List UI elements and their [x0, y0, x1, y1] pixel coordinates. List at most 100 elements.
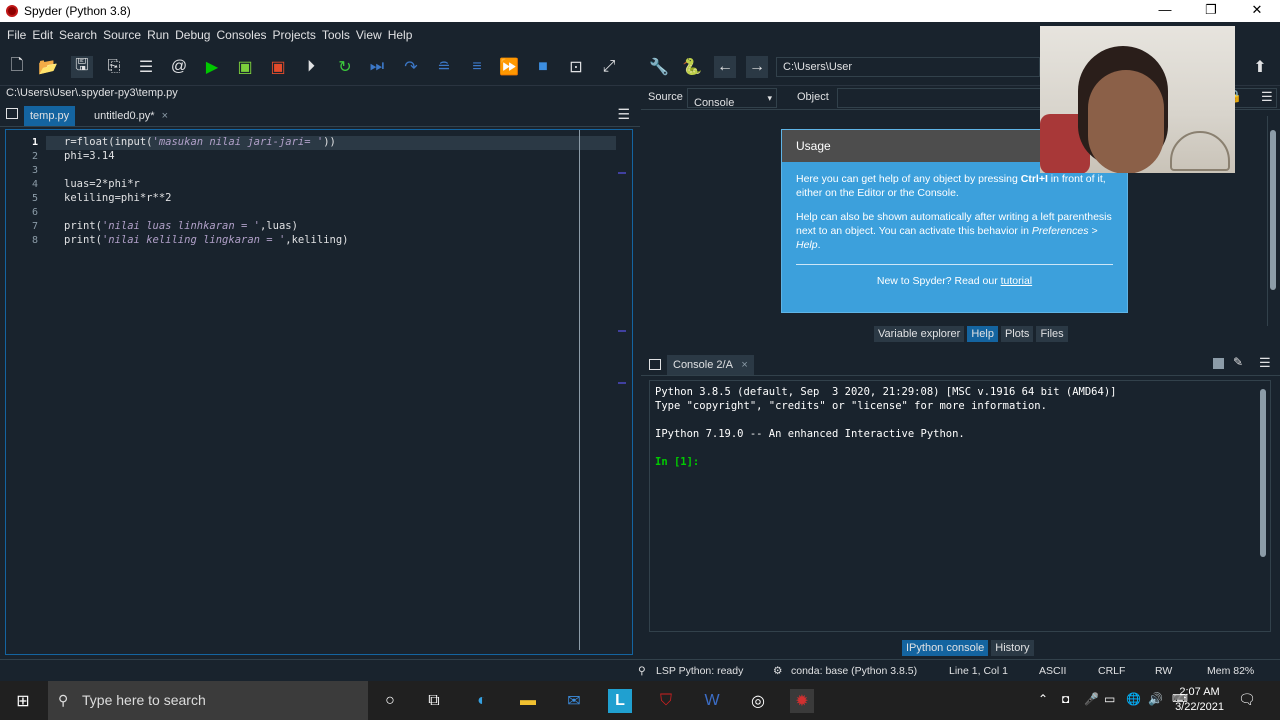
spyder-taskbar-icon[interactable]: ✹: [790, 689, 814, 713]
mail-icon[interactable]: ✉: [562, 689, 586, 713]
tab-untitled0[interactable]: untitled0.py* ×: [88, 106, 174, 126]
source-label: Source: [648, 91, 683, 103]
continue-icon[interactable]: ⏩: [498, 56, 520, 78]
back-arrow-icon[interactable]: ←: [714, 56, 736, 78]
tab-variable-explorer[interactable]: Variable explorer: [874, 326, 965, 342]
menu-tools[interactable]: Tools: [319, 28, 353, 42]
volume-icon[interactable]: 🔊: [1148, 692, 1163, 706]
battery-icon[interactable]: ▭: [1104, 692, 1115, 706]
webcam-tray-icon[interactable]: ◘: [1062, 692, 1069, 706]
run-icon[interactable]: ▶: [201, 56, 223, 78]
console-options-menu-icon[interactable]: ☰: [1259, 355, 1271, 371]
l-app-icon[interactable]: L: [608, 689, 632, 713]
ipython-console[interactable]: Python 3.8.5 (default, Sep 3 2020, 21:29…: [649, 380, 1271, 632]
editor-options-menu-icon[interactable]: ☰: [617, 106, 630, 123]
code-editor[interactable]: 1 r=float(input('masukan nilai jari-jari=…: [5, 129, 633, 655]
usage-divider: [796, 264, 1113, 265]
new-file-icon[interactable]: 🗋: [6, 56, 28, 78]
file-encoding: ASCII: [1039, 665, 1067, 677]
code-line: print('nilai keliling lingkaran = ',keli…: [64, 234, 349, 246]
help-tabs: Variable explorer Help Plots Files: [874, 326, 1071, 342]
browse-tabs-icon[interactable]: [649, 359, 661, 370]
menu-view[interactable]: View: [353, 28, 385, 42]
help-options-menu-icon[interactable]: ☰: [1261, 89, 1273, 105]
source-select[interactable]: Console ▾: [687, 88, 777, 109]
notifications-icon[interactable]: 🗨: [1238, 691, 1256, 708]
forward-arrow-icon[interactable]: →: [746, 56, 768, 78]
object-label: Object: [797, 91, 829, 103]
tutorial-link[interactable]: tutorial: [1001, 275, 1033, 287]
menu-consoles[interactable]: Consoles: [213, 28, 269, 42]
maximize-button[interactable]: ❐: [1188, 0, 1234, 22]
maximize-pane-icon[interactable]: ⊡: [565, 56, 587, 78]
windows-start-icon[interactable]: ⊞: [11, 689, 35, 713]
menu-help[interactable]: Help: [385, 28, 416, 42]
window-title: Spyder (Python 3.8): [24, 4, 131, 18]
step-into-icon[interactable]: ≘: [433, 56, 455, 78]
network-icon[interactable]: 🌐: [1126, 692, 1141, 706]
tab-temp-py[interactable]: temp.py: [24, 106, 76, 126]
mcafee-icon[interactable]: ⛉: [654, 689, 678, 713]
line-endings: CRLF: [1098, 665, 1126, 677]
usage-footer: New to Spyder? Read our tutorial: [876, 275, 1033, 287]
console-prompt: In [1]:: [655, 456, 700, 468]
title-bar: Spyder (Python 3.8) — ❐ ✕: [0, 0, 1280, 22]
run-cell-icon[interactable]: ▣: [234, 56, 256, 78]
obs-icon[interactable]: ◎: [746, 689, 770, 713]
microphone-icon[interactable]: 🎤: [1084, 692, 1099, 706]
task-view-icon[interactable]: ⧉: [422, 689, 446, 713]
save-all-icon[interactable]: ⎘: [103, 56, 125, 78]
browse-tabs-icon[interactable]: [6, 108, 18, 119]
code-line: keliling=phi*r**2: [64, 192, 172, 204]
menu-debug[interactable]: Debug: [172, 28, 213, 42]
minimize-button[interactable]: —: [1142, 0, 1188, 22]
taskbar-clock[interactable]: 2:07 AM 3/22/2021: [1175, 685, 1224, 715]
line-number: 2: [31, 151, 38, 162]
chevron-up-icon[interactable]: ⌃: [1038, 692, 1048, 706]
list-icon[interactable]: ☰: [135, 56, 157, 78]
run-cell-advance-icon[interactable]: ▣: [267, 56, 289, 78]
menu-projects[interactable]: Projects: [270, 28, 319, 42]
menu-source[interactable]: Source: [100, 28, 144, 42]
line-number: 6: [31, 207, 38, 218]
step-return-icon[interactable]: ≡: [466, 56, 488, 78]
status-bar: ⚲ LSP Python: ready ⚙ conda: base (Pytho…: [0, 659, 1280, 681]
stop-kernel-icon[interactable]: [1213, 358, 1224, 369]
run-selection-icon[interactable]: ⏵: [300, 56, 322, 78]
edge-browser-icon[interactable]: ◐: [470, 689, 494, 713]
console-tab-bar: Console 2/A × ✎ ☰: [641, 352, 1280, 376]
menu-run[interactable]: Run: [144, 28, 172, 42]
close-button[interactable]: ✕: [1234, 0, 1280, 22]
save-icon[interactable]: 🖫: [71, 56, 93, 78]
step-icon[interactable]: ↷: [400, 56, 422, 78]
tab-close-icon[interactable]: ×: [741, 359, 747, 371]
python-path-icon[interactable]: 🐍: [681, 56, 703, 78]
rerun-icon[interactable]: ↻: [334, 56, 356, 78]
tab-close-icon[interactable]: ×: [162, 110, 168, 122]
console-scrollbar[interactable]: [1258, 383, 1268, 629]
debug-icon[interactable]: ⏭: [366, 56, 388, 78]
word-icon[interactable]: W: [700, 689, 724, 713]
menu-file[interactable]: File: [4, 28, 29, 42]
tab-history[interactable]: History: [991, 640, 1034, 656]
taskbar-search-box[interactable]: ⚲ Type here to search: [48, 681, 368, 720]
tab-files[interactable]: Files: [1036, 326, 1068, 342]
clear-console-icon[interactable]: ✎: [1233, 355, 1243, 369]
open-file-icon[interactable]: 📂: [37, 56, 59, 78]
file-explorer-icon[interactable]: ▬: [516, 689, 540, 713]
cortana-icon[interactable]: ○: [378, 689, 402, 713]
working-directory-input[interactable]: C:\Users\User: [776, 57, 1040, 77]
tab-ipython-console[interactable]: IPython console: [902, 640, 989, 656]
menu-edit[interactable]: Edit: [29, 28, 56, 42]
edge-line: [579, 130, 580, 650]
up-arrow-icon[interactable]: ⬆: [1249, 56, 1271, 78]
menu-search[interactable]: Search: [56, 28, 100, 42]
tab-plots[interactable]: Plots: [1000, 326, 1034, 342]
help-scrollbar[interactable]: [1267, 116, 1277, 326]
fullscreen-icon[interactable]: ⤢: [598, 56, 620, 78]
tab-help[interactable]: Help: [967, 326, 998, 342]
stop-debug-icon[interactable]: ■: [532, 56, 554, 78]
at-sign-icon[interactable]: @: [168, 56, 190, 78]
preferences-wrench-icon[interactable]: 🔧: [648, 56, 670, 78]
tab-console-2a[interactable]: Console 2/A ×: [667, 355, 754, 375]
